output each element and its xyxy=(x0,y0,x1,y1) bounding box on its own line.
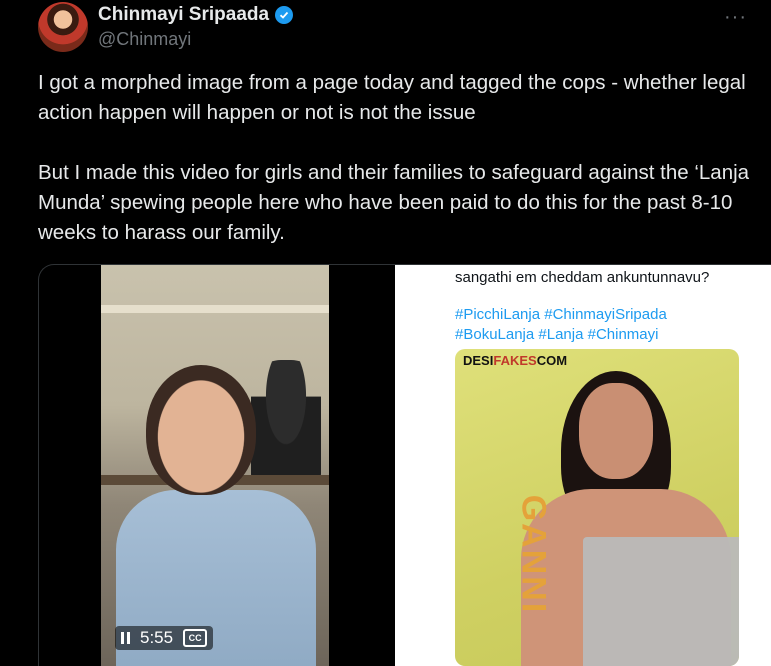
avatar[interactable] xyxy=(38,2,88,52)
verified-badge-icon xyxy=(275,6,294,24)
media-container[interactable]: 5:55 CC sangathi em cheddam ankuntunnavu… xyxy=(38,264,771,666)
overlay-word-text: GANNI xyxy=(514,494,553,614)
hashtags-line-2: #BokuLanja #Lanja #Chinmayi xyxy=(455,326,659,343)
shelf xyxy=(101,305,329,313)
tweet-paragraph-1: I got a morphed image from a page today … xyxy=(38,71,752,124)
morphed-image: DESIFAKESCOM GANNI xyxy=(455,349,739,666)
video-controls: 5:55 CC xyxy=(115,626,214,650)
person-head xyxy=(146,365,256,495)
author-row: Chinmayi Sripaada xyxy=(98,4,294,26)
video-time: 5:55 xyxy=(140,628,174,647)
captions-icon[interactable]: CC xyxy=(183,629,208,647)
handle[interactable]: @Chinmayi xyxy=(98,29,191,50)
statue-figure xyxy=(251,360,321,480)
display-name[interactable]: Chinmayi Sripaada xyxy=(98,4,269,26)
tweet-text: I got a morphed image from a page today … xyxy=(38,68,758,248)
video-player[interactable]: 5:55 CC xyxy=(101,265,329,666)
more-options-icon[interactable]: ··· xyxy=(724,6,747,29)
hashtags-line-1: #PicchiLanja #ChinmayiSripada xyxy=(455,306,667,323)
tweet-paragraph-2: But I made this video for girls and thei… xyxy=(38,161,755,244)
tweet: Chinmayi Sripaada @Chinmayi ··· I got a … xyxy=(0,0,771,666)
censor-blur xyxy=(583,537,739,666)
screenshot-text: sangathi em cheddam ankuntunnavu? xyxy=(455,269,710,286)
hashtags: #PicchiLanja #ChinmayiSripada #BokuLanja… xyxy=(455,305,755,345)
logo-part-2: FAKES xyxy=(493,353,537,368)
site-logo: DESIFAKESCOM xyxy=(463,353,567,368)
logo-part-1: DESI xyxy=(463,353,494,368)
pause-icon[interactable] xyxy=(121,632,130,644)
overlay-word: GANNI xyxy=(513,489,553,619)
logo-part-3: COM xyxy=(536,353,568,368)
screenshot-panel: sangathi em cheddam ankuntunnavu? #Picch… xyxy=(395,265,771,666)
model-face xyxy=(579,383,653,479)
